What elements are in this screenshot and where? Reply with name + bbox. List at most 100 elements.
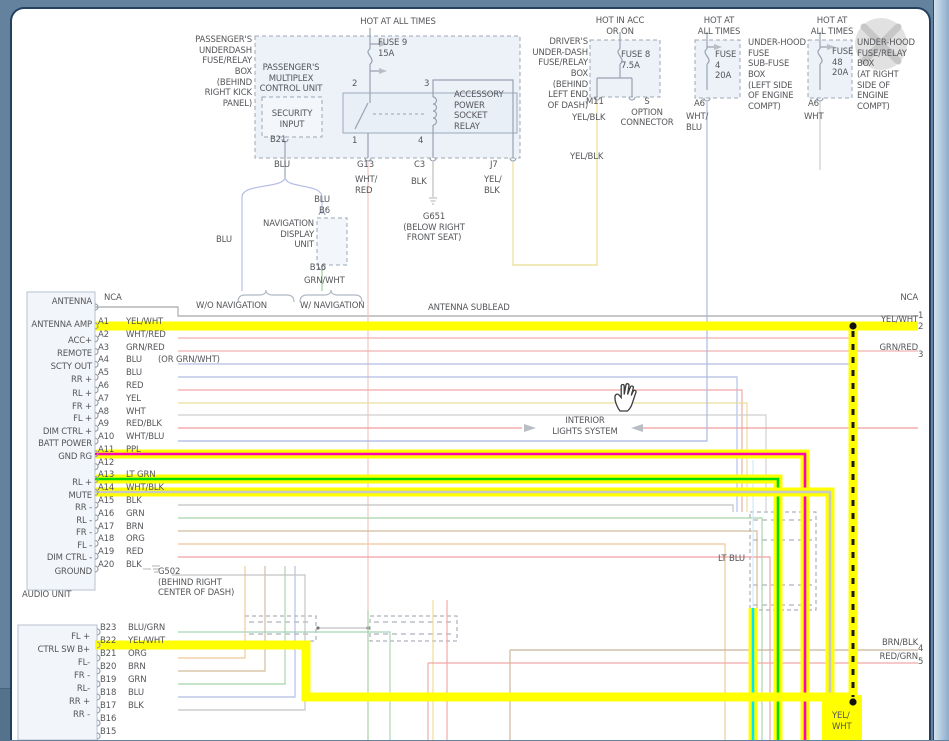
pin-B21-color: ORG bbox=[128, 649, 188, 660]
power-hot4-label: HOT AT ALL TIMES bbox=[804, 16, 860, 37]
right_edge-nca-label: NCA bbox=[878, 293, 918, 304]
pin-A18: A18 bbox=[98, 534, 124, 545]
amp-left-label-5: RR + bbox=[14, 697, 90, 708]
pin-A17: A17 bbox=[98, 522, 124, 533]
pin-A7-color: YEL bbox=[126, 394, 186, 405]
pin-B18-color: BLU bbox=[128, 688, 188, 699]
audio-left-label-5: RR + bbox=[22, 375, 92, 386]
audio-left-label-19: GROUND bbox=[22, 567, 92, 578]
pin-A16: A16 bbox=[98, 509, 124, 520]
power-t1-label: 1 bbox=[352, 136, 362, 147]
nav-nca-label: NCA bbox=[104, 293, 130, 304]
link-terminal bbox=[316, 626, 319, 629]
audio-lt_blu-label: LT BLU bbox=[718, 554, 752, 565]
power-m11-label: M11 bbox=[586, 97, 608, 108]
power-fuse8-label: FUSE 8 7.5A bbox=[621, 50, 657, 71]
audio-left-label-17: FL - bbox=[22, 541, 92, 552]
power-relay-label: ACCESSORY POWER SOCKET RELAY bbox=[454, 90, 516, 133]
right_edge-n1-label: 1 bbox=[918, 311, 930, 322]
audio-left-label-15: RL - bbox=[22, 516, 92, 527]
right_edge-n4-label: 4 bbox=[918, 644, 930, 655]
audio-left-label-7: FR + bbox=[22, 402, 92, 413]
amp-left-label-4: RL- bbox=[14, 684, 90, 695]
a15-wire bbox=[178, 505, 733, 512]
junction-dot bbox=[849, 698, 856, 705]
yel-blk-wire bbox=[513, 101, 597, 265]
pin-A6: A6 bbox=[98, 381, 124, 392]
pin-A9: A9 bbox=[98, 419, 124, 430]
nav-blu_long-label: BLU bbox=[216, 235, 242, 246]
pin-A14-color: WHT/BLK bbox=[126, 483, 186, 494]
power-a6_sub-label: A6 bbox=[694, 99, 710, 110]
power-mux-label: PASSENGER'S MULTIPLEX CONTROL UNIT bbox=[254, 63, 328, 95]
power-hot3-label: HOT AT ALL TIMES bbox=[692, 16, 746, 37]
power-wht-label: WHT bbox=[804, 112, 832, 123]
pin-B23: B23 bbox=[100, 623, 126, 634]
audio-left-label-16: FR - bbox=[22, 528, 92, 539]
right_edge-grnred-label: GRN/RED bbox=[872, 343, 918, 354]
nav-sublead-label: ANTENNA SUBLEAD bbox=[428, 303, 514, 314]
pin-A15: A15 bbox=[98, 496, 124, 507]
power-c3_color-label: BLK bbox=[411, 177, 433, 188]
power-g13_color-label: WHT/ RED bbox=[355, 175, 381, 196]
audio-left-label-2: ACC+ bbox=[22, 336, 92, 347]
audio-left-label-1: ANTENNA AMP bbox=[22, 320, 92, 331]
power-fuse48-label: FUSE 48 20A bbox=[832, 47, 860, 79]
amp-left-label-1: CTRL SW B+ bbox=[14, 645, 90, 656]
pin-A2-color: WHT/RED bbox=[126, 330, 186, 341]
nav-grnwht-label: GRN/WHT bbox=[304, 276, 348, 287]
power-a6_uh-label: A6 bbox=[808, 99, 824, 110]
power-j7_color-label: YEL/ BLK bbox=[484, 175, 510, 196]
pin-B18: B18 bbox=[100, 688, 126, 699]
audio-name-label: AUDIO UNIT bbox=[22, 590, 82, 601]
pin-A5-color: BLU bbox=[126, 368, 186, 379]
audio-left-label-11: GND RG bbox=[22, 452, 92, 463]
pin-B22: B22 bbox=[100, 636, 126, 647]
pin-A1: A1 bbox=[98, 317, 124, 328]
power-b21-label: B21 bbox=[270, 135, 296, 146]
pin-A20-color: BLK bbox=[126, 560, 186, 571]
pin-A11: A11 bbox=[98, 445, 124, 456]
pin-A4: A4 bbox=[98, 355, 124, 366]
right_edge-yelwht-label: YEL/WHT bbox=[872, 315, 918, 326]
pin-A10: A10 bbox=[98, 432, 124, 443]
arrow-right-icon bbox=[524, 424, 536, 432]
power-c3-label: C3 bbox=[414, 160, 432, 171]
amp-left-label-0: FL + bbox=[14, 632, 90, 643]
pin-B22-color: YEL/WHT bbox=[128, 636, 188, 647]
power-yelblk_m11-label: YEL/BLK bbox=[572, 113, 608, 124]
pin-A2: A2 bbox=[98, 330, 124, 341]
pin-B21: B21 bbox=[100, 649, 126, 660]
amp-left-label-6: RR - bbox=[14, 710, 90, 721]
nav-unit-label: NAVIGATION DISPLAY UNIT bbox=[256, 219, 314, 251]
pin-A5: A5 bbox=[98, 368, 124, 379]
nav-b16-label: B16 bbox=[294, 263, 326, 274]
pin-A4-note: (OR GRN/WHT) bbox=[158, 355, 228, 366]
nav-blu_b6-label: BLU bbox=[302, 195, 330, 206]
pin-B15: B15 bbox=[100, 727, 126, 738]
pin-A19: A19 bbox=[98, 547, 124, 558]
pin-A7: A7 bbox=[98, 394, 124, 405]
audio-interior-label: INTERIOR LIGHTS SYSTEM bbox=[543, 416, 627, 437]
audio-left-label-12: RL + bbox=[22, 478, 92, 489]
pin-A12: A12 bbox=[98, 458, 124, 469]
pin-A13: A13 bbox=[98, 470, 124, 481]
pin-A18-color: ORG bbox=[126, 534, 186, 545]
pin-B16: B16 bbox=[100, 714, 126, 725]
power-t3-label: 3 bbox=[424, 79, 434, 90]
pin-B23-color: BLU/GRN bbox=[128, 623, 188, 634]
audio-left-label-9: DIM CTRL + bbox=[22, 427, 92, 438]
power-blu_b21-label: BLU bbox=[274, 160, 300, 171]
pin-B19: B19 bbox=[100, 675, 126, 686]
wiring-diagram-viewer: { "power": { "hot1": "HOT AT ALL TIMES",… bbox=[0, 0, 949, 740]
pin-A20: A20 bbox=[98, 560, 124, 571]
audio-left-label-14: RR - bbox=[22, 503, 92, 514]
pin-A8: A8 bbox=[98, 407, 124, 418]
power-j7-label: J7 bbox=[490, 160, 506, 171]
junction-dot bbox=[849, 322, 856, 329]
power-security-label: SECURITY INPUT bbox=[264, 109, 320, 130]
power-whtblu-label: WHT/ BLU bbox=[686, 112, 714, 133]
right_edge-brnblk-label: BRN/BLK bbox=[870, 638, 918, 649]
pin-A19-color: RED bbox=[126, 547, 186, 558]
nav-wo-label: W/O NAVIGATION bbox=[196, 301, 278, 312]
